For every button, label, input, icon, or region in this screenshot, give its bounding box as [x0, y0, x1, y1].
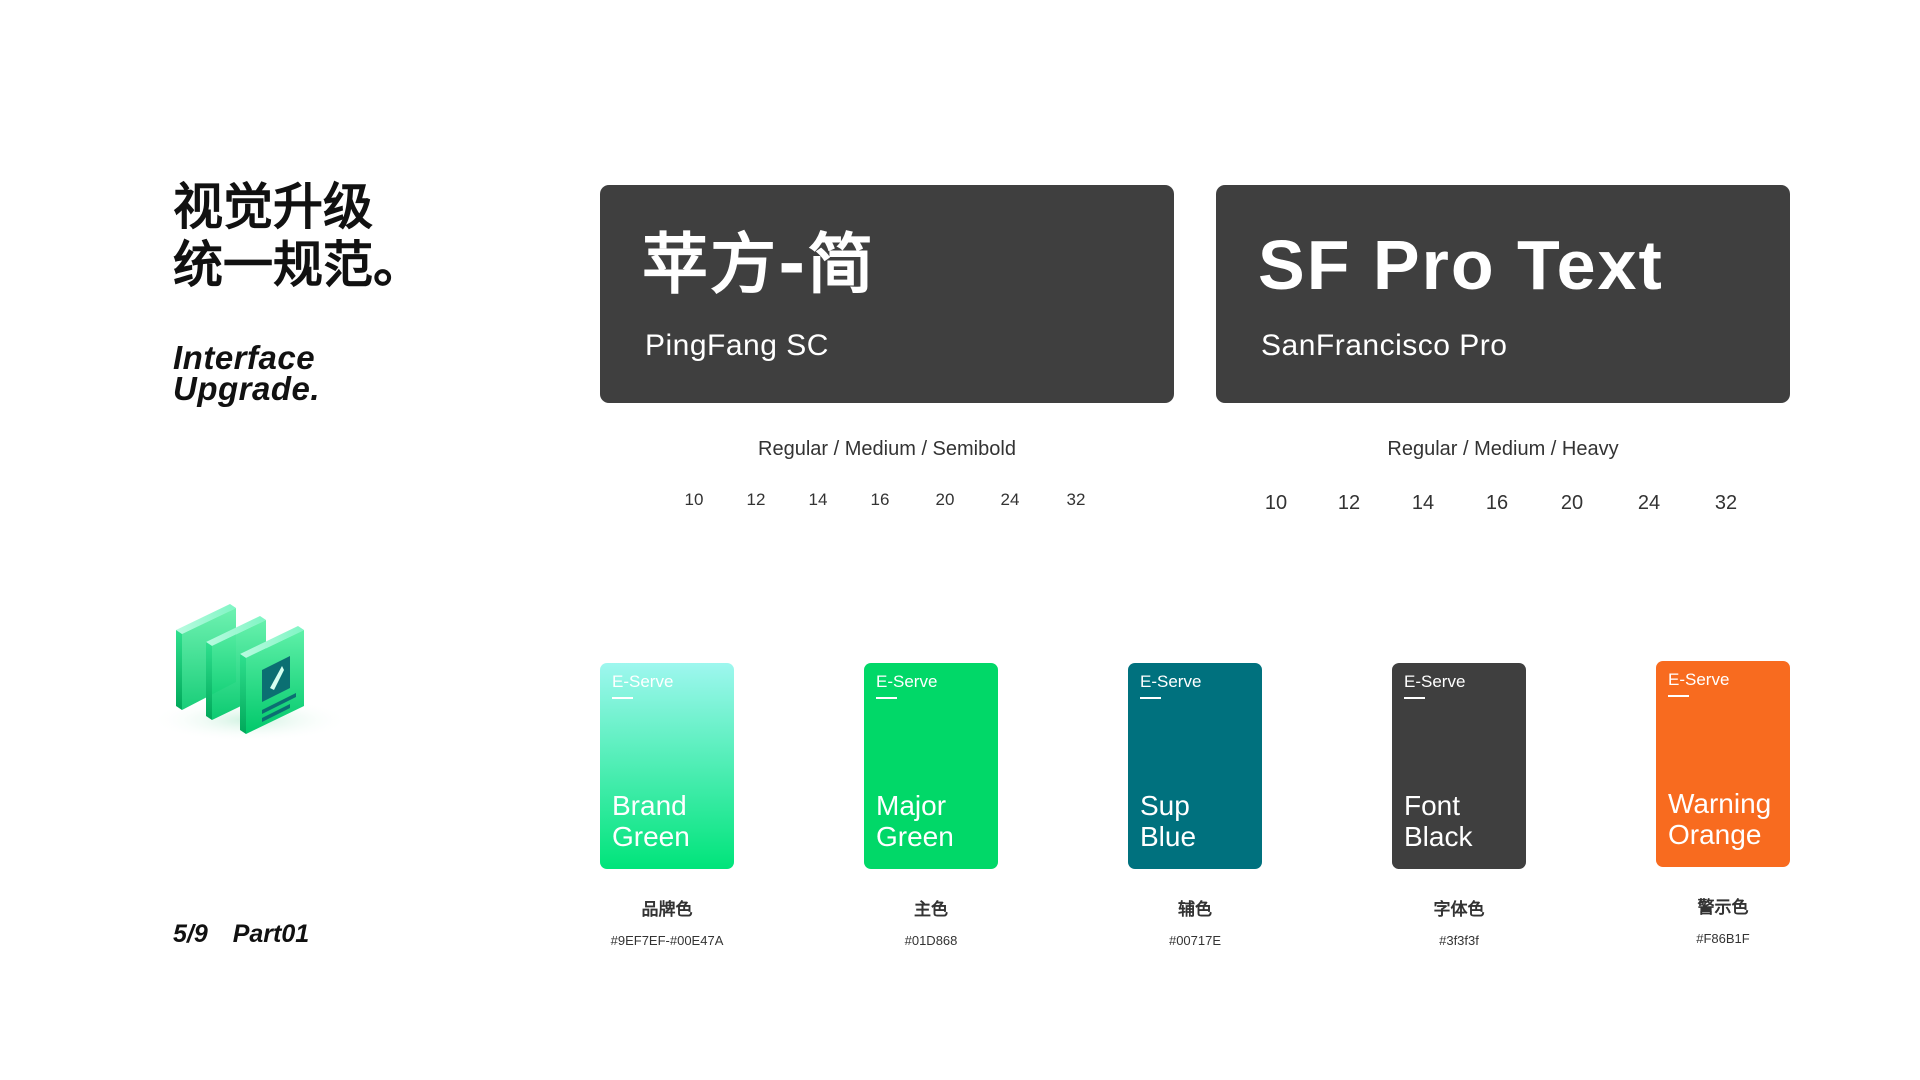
font-size-item: 10	[1264, 492, 1288, 514]
font-size-item: 14	[808, 490, 828, 509]
swatch-label-line2: Green	[612, 821, 690, 852]
swatch-brand: E-Serve	[1668, 670, 1730, 689]
swatch-label-line1: Major	[876, 790, 947, 821]
page-heading-en: Interface Upgrade.	[173, 339, 321, 407]
font-size-item: 20	[1560, 492, 1584, 514]
color-swatch-font-black: E-Serve Font Black	[1392, 663, 1526, 869]
font-size-item: 10	[684, 490, 704, 509]
font-sub-pingfang: PingFang SC	[645, 329, 829, 362]
font-card-pingfang: 苹方-简 PingFang SC	[600, 185, 1174, 403]
swatch-dash	[1140, 697, 1161, 699]
font-size-item: 24	[1000, 490, 1020, 509]
swatch-label: Warning Orange	[1668, 788, 1771, 850]
font-size-item: 16	[870, 490, 890, 509]
swatch-dash	[612, 697, 633, 699]
swatch-label-line2: Black	[1404, 821, 1473, 852]
heading-cn-line2: 统一规范。	[173, 236, 423, 294]
page-indicator: 5/9 Part01	[173, 920, 309, 949]
part-label: Part01	[232, 920, 310, 948]
color-swatch-major-green: E-Serve Major Green	[864, 663, 998, 869]
swatch-dash	[876, 697, 897, 699]
color-swatch-brand-green: E-Serve Brand Green	[600, 663, 734, 869]
swatch-hex-code: #3f3f3f	[1439, 933, 1479, 948]
heading-cn-line1: 视觉升级	[173, 178, 373, 236]
swatch-brand: E-Serve	[1140, 672, 1202, 691]
font-card-sf: SF Pro Text SanFrancisco Pro	[1216, 185, 1790, 403]
swatch-label: Major Green	[876, 790, 954, 852]
color-swatch-sup-blue: E-Serve Sup Blue	[1128, 663, 1262, 869]
swatch-hex-code: #F86B1F	[1696, 931, 1750, 946]
swatch-cn-label: 警示色	[1697, 898, 1749, 918]
swatch-label-line1: Sup	[1140, 790, 1190, 821]
swatch-label: Sup Blue	[1140, 790, 1196, 852]
swatch-label-line2: Orange	[1668, 819, 1762, 850]
swatch-brand: E-Serve	[1404, 672, 1466, 691]
swatch-label-line1: Brand	[612, 790, 687, 821]
heading-en-line1: Interface	[173, 339, 316, 376]
swatch-hex-code: #9EF7EF-#00E47A	[610, 933, 724, 948]
swatch-hex-code: #00717E	[1168, 933, 1222, 948]
swatch-cn-label: 品牌色	[641, 900, 693, 920]
font-size-item: 24	[1637, 492, 1661, 514]
page-number: 5/9	[173, 920, 208, 948]
font-sub-sf: SanFrancisco Pro	[1261, 329, 1508, 362]
color-swatch-warning-orange: E-Serve Warning Orange	[1656, 661, 1790, 867]
swatch-hex-code: #01D868	[904, 933, 958, 948]
font-size-item: 32	[1714, 492, 1738, 514]
font-size-item: 20	[935, 490, 955, 509]
swatch-brand: E-Serve	[612, 672, 674, 691]
swatch-brand: E-Serve	[876, 672, 938, 691]
swatch-cn-label: 字体色	[1433, 900, 1485, 920]
books-icon	[150, 604, 350, 742]
swatch-cn-label: 主色	[914, 900, 948, 920]
swatch-label-line2: Green	[876, 821, 954, 852]
font-name-pingfang: 苹方-简	[642, 226, 876, 303]
font-weights-sf: Regular / Medium / Heavy	[1387, 438, 1619, 460]
font-size-item: 14	[1411, 492, 1435, 514]
swatch-label-line1: Warning	[1668, 788, 1772, 819]
heading-en-line2: Upgrade.	[173, 370, 321, 407]
swatch-label: Brand Green	[612, 790, 690, 852]
swatch-label-line1: Font	[1404, 790, 1461, 821]
font-size-item: 12	[746, 490, 766, 509]
font-size-item: 32	[1066, 490, 1086, 509]
swatch-label-line2: Blue	[1140, 821, 1197, 852]
swatch-dash	[1404, 697, 1425, 699]
page-heading-cn: 视觉升级 统一规范。	[173, 178, 423, 294]
font-weights-pingfang: Regular / Medium / Semibold	[758, 438, 1016, 460]
font-size-item: 16	[1485, 492, 1509, 514]
swatch-cn-label: 辅色	[1178, 900, 1212, 920]
font-name-sf: SF Pro Text	[1258, 226, 1664, 304]
swatch-dash	[1668, 695, 1689, 697]
swatch-label: Font Black	[1404, 790, 1472, 852]
font-size-item: 12	[1337, 492, 1361, 514]
